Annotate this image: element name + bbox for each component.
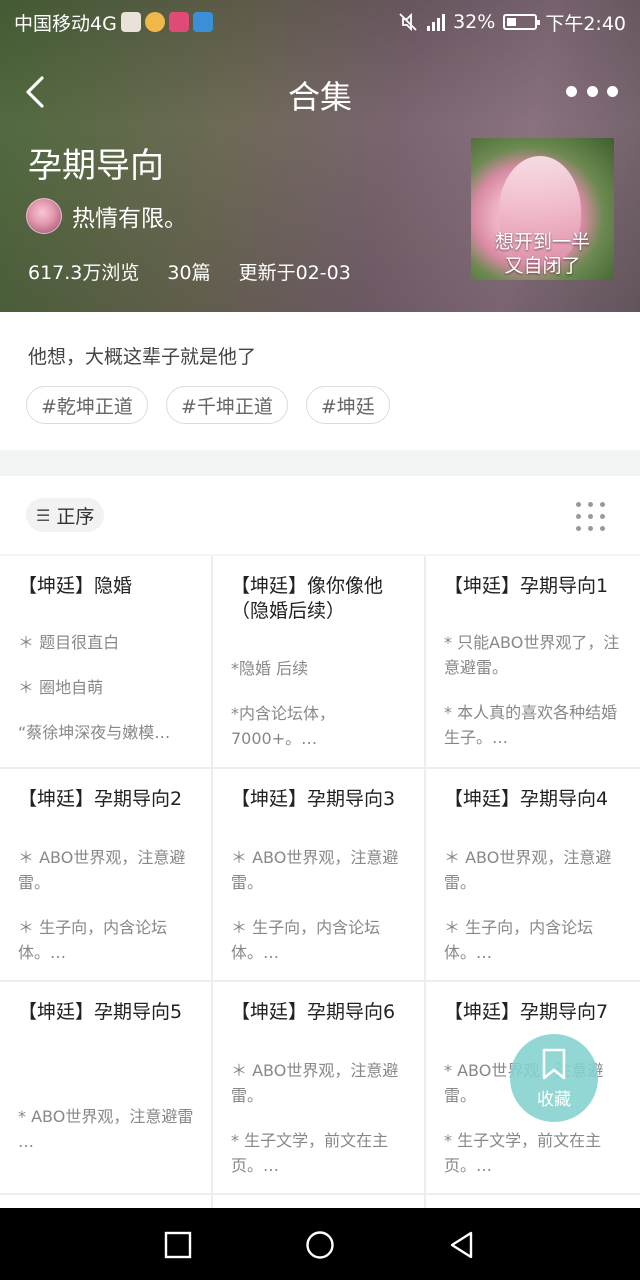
grid-view-icon[interactable] bbox=[576, 502, 606, 531]
sort-order-button[interactable]: ☰ 正序 bbox=[26, 498, 105, 532]
back-icon[interactable] bbox=[447, 1230, 477, 1260]
mute-icon bbox=[399, 12, 417, 32]
article-card[interactable]: 【坤廷】孕期导向1 * 只能ABO世界观了，注意避雷。 * 本人真的喜欢各种结婚… bbox=[426, 556, 640, 767]
battery-icon bbox=[503, 14, 541, 30]
article-title: 【坤廷】孕期导向3 bbox=[231, 788, 396, 810]
article-card[interactable]: 【坤廷】像你像他（隐婚后续） *隐婚 后续 *内含论坛体，7000+。… bbox=[213, 556, 424, 767]
more-options-icon[interactable] bbox=[566, 76, 618, 106]
article-card[interactable]: 【坤廷】孕期导向2 ＊ ABO世界观，注意避雷。 ＊ 生子向，内含论坛体。… bbox=[0, 769, 211, 980]
collection-title: 孕期导向 bbox=[28, 146, 164, 186]
article-card[interactable]: 【坤廷】孕期导向5 * ABO世界观，注意避雷 … bbox=[0, 982, 211, 1193]
article-title: 【坤廷】隐婚 bbox=[18, 575, 133, 597]
collection-description: 他想，大概这辈子就是他了 #乾坤正道 #千坤正道 #坤廷 bbox=[0, 312, 640, 450]
views-count: 617.3万浏览 bbox=[28, 262, 140, 284]
favorite-label: 收藏 bbox=[537, 1089, 571, 1110]
weibo-app-icon bbox=[144, 12, 165, 32]
sort-icon: ☰ bbox=[36, 505, 51, 525]
article-card[interactable]: 【坤廷】孕期导向3 ＊ ABO世界观，注意避雷。 ＊ 生子向，内含论坛体。… bbox=[213, 769, 424, 980]
message-app-icon bbox=[192, 12, 213, 32]
article-summary: * ABO世界观，注意避雷 … bbox=[18, 1107, 194, 1151]
bookmark-icon bbox=[542, 1048, 566, 1079]
cover-image: 想开到一半 又自闭了 bbox=[471, 138, 614, 280]
home-icon[interactable] bbox=[305, 1230, 335, 1260]
article-card[interactable]: 【坤廷】孕期导向4 ＊ ABO世界观，注意避雷。 ＊ 生子向，内含论坛体。… bbox=[426, 769, 640, 980]
battery-percent: 32% bbox=[453, 11, 496, 33]
article-count: 30篇 bbox=[167, 262, 211, 284]
clock: 下午2:40 bbox=[545, 12, 626, 35]
article-title: 【坤廷】孕期导向6 bbox=[231, 1001, 396, 1023]
sort-bar: ☰ 正序 bbox=[0, 476, 640, 554]
sort-label: 正序 bbox=[56, 505, 95, 528]
article-summary: ＊ ABO世界观，注意避雷。 ＊ 生子向，内含论坛体。… bbox=[444, 848, 612, 962]
tag-chip[interactable]: #千坤正道 bbox=[165, 386, 288, 424]
tag-chip[interactable]: #坤廷 bbox=[305, 386, 390, 424]
system-navigation-bar bbox=[0, 1208, 640, 1280]
article-title: 【坤廷】孕期导向2 bbox=[18, 788, 183, 810]
author-name[interactable]: 热情有限。 bbox=[72, 199, 187, 233]
author-link[interactable]: 热情有限。 bbox=[26, 198, 187, 234]
article-summary: ＊ ABO世界观，注意避雷。 * 生子文学，前文在主页。… bbox=[231, 1061, 399, 1175]
tag-list: #乾坤正道 #千坤正道 #坤廷 bbox=[26, 386, 390, 424]
article-title: 【坤廷】孕期导向7 bbox=[444, 1001, 609, 1023]
video-app-icon bbox=[168, 12, 189, 32]
article-title: 【坤廷】孕期导向1 bbox=[444, 575, 609, 597]
article-summary: ＊ ABO世界观，注意避雷。 ＊ 生子向，内含论坛体。… bbox=[231, 848, 399, 962]
page-title: 合集 bbox=[287, 78, 352, 116]
avatar[interactable] bbox=[26, 198, 62, 234]
article-title: 【坤廷】像你像他（隐婚后续） bbox=[231, 575, 384, 622]
recent-apps-icon[interactable] bbox=[163, 1230, 193, 1260]
article-summary: *隐婚 后续 *内含论坛体，7000+。… bbox=[231, 659, 336, 748]
collection-stats: 617.3万浏览 30篇 更新于02-03 bbox=[28, 258, 351, 285]
article-summary: ＊ ABO世界观，注意避雷。 ＊ 生子向，内含论坛体。… bbox=[18, 848, 186, 962]
updated-date: 更新于02-03 bbox=[238, 262, 351, 284]
carrier-label: 中国移动4G bbox=[14, 12, 117, 35]
article-title: 【坤廷】孕期导向4 bbox=[444, 788, 609, 810]
article-summary: * 只能ABO世界观了，注意避雷。 * 本人真的喜欢各种结婚生子。… bbox=[444, 633, 620, 747]
article-summary: ＊ 题目很直白 ＊ 圈地自萌 “蔡徐坤深夜与嫩模… bbox=[18, 633, 171, 742]
article-title: 【坤廷】孕期导向5 bbox=[18, 1001, 183, 1023]
top-nav: 合集 bbox=[0, 60, 640, 124]
signal-icon bbox=[427, 13, 446, 31]
cover-caption: 想开到一半 又自闭了 bbox=[494, 231, 590, 277]
article-card[interactable]: 【坤廷】隐婚 ＊ 题目很直白 ＊ 圈地自萌 “蔡徐坤深夜与嫩模… bbox=[0, 556, 211, 767]
tag-chip[interactable]: #乾坤正道 bbox=[26, 386, 148, 424]
collection-header: 中国移动4G 32% 下午2:40 合集 孕期导向 热情有限。 617.3万浏览… bbox=[0, 0, 640, 312]
status-bar: 中国移动4G 32% 下午2:40 bbox=[0, 0, 640, 44]
description-text: 他想，大概这辈子就是他了 bbox=[28, 346, 257, 368]
favorite-button[interactable]: 收藏 bbox=[510, 1034, 598, 1122]
sina-app-icon bbox=[120, 12, 141, 32]
article-card[interactable]: 【坤廷】孕期导向6 ＊ ABO世界观，注意避雷。 * 生子文学，前文在主页。… bbox=[213, 982, 424, 1193]
